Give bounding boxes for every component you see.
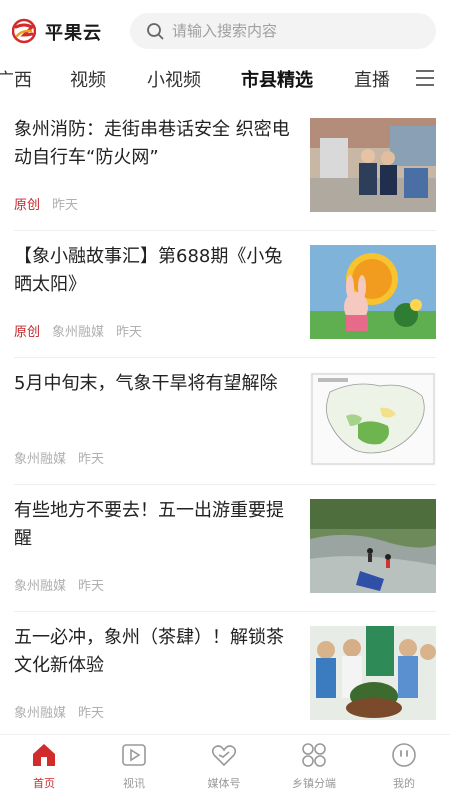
nav-label: 视讯 — [123, 777, 145, 790]
tab-county-picks[interactable]: 市县精选 — [241, 66, 313, 92]
news-time: 昨天 — [78, 579, 105, 594]
news-source: 象州融媒 — [14, 452, 67, 467]
news-thumbnail[interactable] — [310, 499, 436, 593]
news-item[interactable]: 有些地方不要去！五一出游重要提醒 象州融媒 昨天 — [0, 485, 450, 612]
heart-icon — [211, 745, 237, 767]
news-meta: 象州融媒 昨天 — [14, 448, 104, 467]
nav-media[interactable]: 媒体号 — [194, 741, 254, 791]
news-title[interactable]: 有些地方不要去！五一出游重要提醒 — [14, 497, 298, 553]
tab-guangxi[interactable]: 广西 — [0, 66, 32, 92]
grid-icon — [302, 743, 326, 767]
search-icon — [147, 23, 164, 40]
news-thumbnail[interactable] — [310, 118, 436, 212]
news-thumbnail[interactable] — [310, 245, 436, 339]
home-icon — [33, 744, 55, 766]
news-meta: 象州融媒 昨天 — [14, 702, 104, 721]
top-header: 平果云 — [0, 0, 450, 62]
news-time: 昨天 — [52, 198, 79, 213]
news-time: 昨天 — [78, 452, 105, 467]
app-title: 平果云 — [45, 23, 102, 44]
tab-short-video[interactable]: 小视频 — [147, 66, 201, 92]
channel-menu-icon[interactable] — [414, 68, 436, 88]
search-input[interactable] — [172, 22, 412, 40]
nav-label: 首页 — [33, 777, 55, 790]
nav-label: 媒体号 — [207, 777, 241, 790]
news-meta: 象州融媒 昨天 — [14, 575, 104, 594]
tab-video[interactable]: 视频 — [70, 66, 106, 92]
nav-profile[interactable]: 我的 — [374, 741, 434, 791]
news-item[interactable]: 5月中旬末，气象干旱将有望解除 象州融媒 昨天 — [0, 358, 450, 485]
tabs-fade-overlay — [384, 62, 414, 98]
news-title[interactable]: 象州消防：走街串巷话安全 织密电动自行车“防火网” — [14, 116, 298, 172]
news-source: 象州融媒 — [52, 325, 105, 340]
news-thumbnail[interactable] — [310, 626, 436, 720]
news-source: 象州融媒 — [14, 579, 67, 594]
news-meta: 原创 昨天 — [14, 194, 78, 213]
original-tag: 原创 — [14, 198, 41, 213]
video-icon — [122, 744, 146, 766]
news-item[interactable]: 象州消防：走街串巷话安全 织密电动自行车“防火网” 原创 昨天 — [0, 104, 450, 231]
bottom-nav: 首页 视讯 媒体号 乡镇分端 我的 — [0, 734, 450, 800]
news-item[interactable]: 五一必冲，象州（茶肆）！解锁茶文化新体验 象州融媒 昨天 — [0, 612, 450, 739]
news-source: 象州融媒 — [14, 706, 67, 721]
news-title[interactable]: 【象小融故事汇】第688期《小兔晒太阳》 — [14, 243, 298, 299]
nav-label: 我的 — [393, 777, 415, 790]
news-item[interactable]: 【象小融故事汇】第688期《小兔晒太阳》 原创 象州融媒 昨天 — [0, 231, 450, 358]
news-title[interactable]: 5月中旬末，气象干旱将有望解除 — [14, 370, 298, 398]
nav-home[interactable]: 首页 — [14, 741, 74, 791]
nav-label: 乡镇分端 — [292, 777, 336, 790]
news-time: 昨天 — [116, 325, 143, 340]
original-tag: 原创 — [14, 325, 41, 340]
news-thumbnail[interactable] — [310, 372, 436, 466]
channel-tabs: 广西 视频 小视频 市县精选 直播 — [0, 62, 450, 98]
profile-icon — [392, 743, 416, 767]
search-bar[interactable] — [130, 13, 436, 49]
news-time: 昨天 — [78, 706, 105, 721]
news-title[interactable]: 五一必冲，象州（茶肆）！解锁茶文化新体验 — [14, 624, 298, 680]
news-meta: 原创 象州融媒 昨天 — [14, 321, 142, 340]
app-logo-icon — [12, 18, 36, 44]
nav-video[interactable]: 视讯 — [104, 741, 164, 791]
nav-township[interactable]: 乡镇分端 — [284, 741, 344, 791]
